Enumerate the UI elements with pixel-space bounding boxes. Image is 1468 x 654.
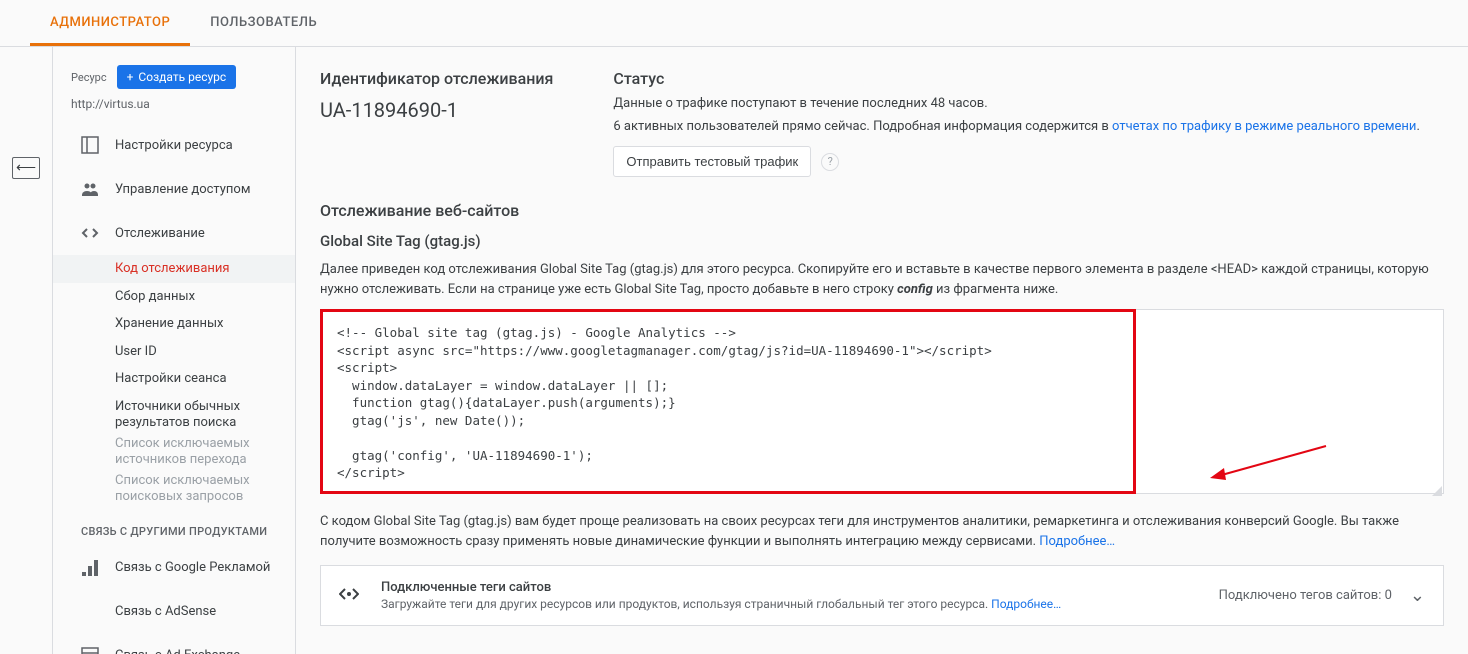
sidebar-sub-session[interactable]: Настройки сеанса (53, 365, 295, 393)
status-line-1: Данные о трафике поступают в течение пос… (613, 96, 1419, 111)
sidebar-item-google-ads[interactable]: Связь с Google Рекламой (53, 546, 295, 590)
create-resource-label: Создать ресурс (138, 70, 226, 84)
resource-label: Ресурс (71, 71, 107, 84)
back-button[interactable]: ⟵ (12, 157, 40, 179)
resource-settings-icon (81, 136, 99, 154)
arrow-left-icon: ⟵ (16, 160, 36, 176)
connected-tags-title: Подключенные теги сайтов (381, 580, 1197, 595)
realtime-reports-link[interactable]: отчетах по трафику в режиме реального вр… (1112, 119, 1416, 134)
sidebar-sub-excluded-terms[interactable]: Список исключаемых поисковых запросов (53, 467, 295, 510)
sidebar-sub-storage[interactable]: Хранение данных (53, 310, 295, 338)
gtag-description: Далее приведен код отслеживания Global S… (320, 260, 1444, 299)
sidebar-sub-userid[interactable]: User ID (53, 338, 295, 366)
chevron-down-icon[interactable]: ⌄ (1410, 585, 1425, 606)
website-tracking-heading: Отслеживание веб-сайтов (320, 201, 1444, 220)
sidebar-item-label: Связь с Google Рекламой (115, 560, 270, 575)
sidebar-item-settings[interactable]: Настройки ресурса (53, 123, 295, 167)
sidebar-item-label: Связь с Ad Exchange (115, 648, 240, 654)
left-gutter: ⟵ (0, 47, 53, 654)
send-test-traffic-button[interactable]: Отправить тестовый трафик (613, 146, 811, 177)
plus-icon: + (127, 70, 134, 84)
sidebar-item-label: Управление доступом (115, 182, 250, 197)
gtag-heading: Global Site Tag (gtag.js) (320, 232, 1444, 250)
sidebar-item-tracking[interactable]: Отслеживание (53, 211, 295, 255)
status-line-2: 6 активных пользователей прямо сейчас. П… (613, 119, 1419, 134)
adexchange-icon (81, 647, 99, 654)
code-icon (81, 224, 99, 242)
tracking-id-heading: Идентификатор отслеживания (320, 69, 553, 88)
top-tabs: АДМИНИСТРАТОР ПОЛЬЗОВАТЕЛЬ (0, 0, 1468, 47)
learn-more-link[interactable]: Подробнее… (1039, 534, 1115, 549)
gtag-code-textarea[interactable] (320, 309, 1444, 494)
code-brackets-icon (339, 586, 359, 605)
sidebar-sub-collect[interactable]: Сбор данных (53, 283, 295, 311)
users-icon (81, 180, 99, 198)
sidebar-item-label: Связь с AdSense (115, 604, 216, 619)
sidebar-sub-tracking-code[interactable]: Код отслеживания (53, 255, 295, 283)
sidebar-item-adsense[interactable]: Связь с AdSense (53, 590, 295, 634)
connected-tags-desc: Загружайте теги для других ресурсов или … (381, 597, 1197, 611)
google-ads-icon (81, 559, 99, 577)
resource-url[interactable]: http://virtus.ua (53, 89, 295, 123)
sidebar-item-access[interactable]: Управление доступом (53, 167, 295, 211)
connected-tags-count: Подключено тегов сайтов: 0 (1219, 588, 1392, 603)
help-icon[interactable]: ? (821, 153, 839, 171)
create-resource-button[interactable]: + Создать ресурс (117, 65, 237, 89)
tab-user[interactable]: ПОЛЬЗОВАТЕЛЬ (190, 0, 337, 46)
connected-tags-card: Подключенные теги сайтов Загружайте теги… (320, 565, 1444, 626)
resize-handle-icon (1432, 486, 1442, 496)
after-code-text: С кодом Global Site Tag (gtag.js) вам бу… (320, 512, 1444, 551)
sidebar-item-label: Отслеживание (115, 226, 205, 241)
tab-admin[interactable]: АДМИНИСТРАТОР (30, 0, 190, 46)
tracking-id-value: UA-11894690-1 (320, 98, 553, 122)
sidebar-links-header: СВЯЗЬ С ДРУГИМИ ПРОДУКТАМИ (53, 511, 295, 546)
main-content: Идентификатор отслеживания UA-11894690-1… (296, 47, 1468, 654)
sidebar: Ресурс + Создать ресурс http://virtus.ua… (53, 47, 296, 654)
sidebar-item-label: Настройки ресурса (115, 138, 233, 153)
status-heading: Статус (613, 69, 1419, 88)
adsense-icon (81, 603, 99, 621)
sidebar-item-adexchange[interactable]: Связь с Ad Exchange (53, 634, 295, 654)
connected-learn-more-link[interactable]: Подробнее… (991, 597, 1061, 611)
